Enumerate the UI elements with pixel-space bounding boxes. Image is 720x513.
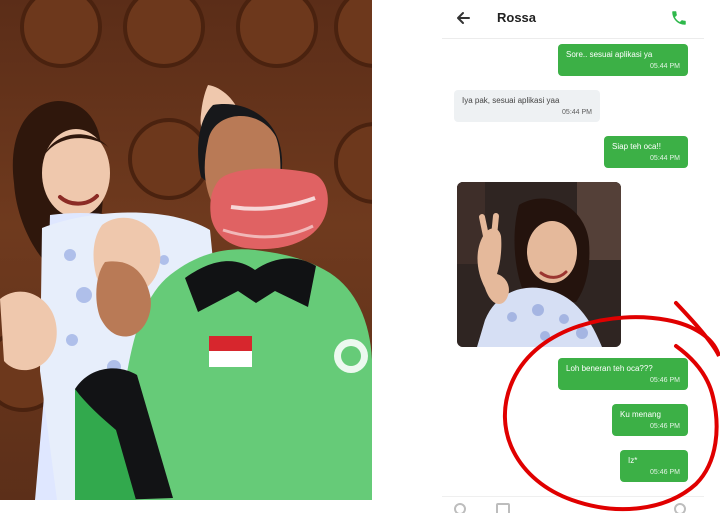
arrow-left-icon[interactable] <box>454 8 474 28</box>
message-time: 05:44 PM <box>562 109 592 116</box>
message-text: Iya pak, sesuai aplikasi yaa <box>462 96 560 105</box>
wall-panel-circle <box>123 0 205 68</box>
driver-figure <box>75 104 372 500</box>
message-bubble: Ku menang 05:46 PM <box>612 404 688 436</box>
message-bubble: Sore.. sesuai aplikasi ya 05.44 PM <box>558 44 688 76</box>
message-time: 05:46 PM <box>650 469 680 476</box>
message-text: Ku menang <box>620 410 661 419</box>
photo-message-image <box>457 182 621 347</box>
phone-icon[interactable] <box>670 9 688 27</box>
wall-panel-circle <box>334 0 372 68</box>
message-time: 05:46 PM <box>650 377 680 384</box>
message-text: Sore.. sesuai aplikasi ya <box>566 50 653 59</box>
screenshot-page: Rossa Sore.. sesuai aplikasi ya 05.44 PM… <box>0 0 720 513</box>
message-bubble: Siap teh oca!! 05:44 PM <box>604 136 688 168</box>
message-text: Iz* <box>628 456 638 465</box>
photo-woman-and-driver <box>0 0 372 500</box>
chat-screenshot: Rossa Sore.. sesuai aplikasi ya 05.44 PM… <box>442 0 704 513</box>
message-time: 05.44 PM <box>650 63 680 70</box>
wall-panel-circle <box>20 0 102 68</box>
chat-input-bar <box>442 496 704 513</box>
message-time: 05:44 PM <box>650 155 680 162</box>
message-bubble: Iya pak, sesuai aplikasi yaa 05:44 PM <box>454 90 600 122</box>
send-icon[interactable] <box>674 503 686 513</box>
contact-name: Rossa <box>497 10 537 25</box>
message-text: Siap teh oca!! <box>612 142 661 151</box>
chat-header: Rossa <box>442 0 704 39</box>
wall-panel-circle <box>236 0 318 68</box>
message-time: 05:46 PM <box>650 423 680 430</box>
emoji-icon[interactable] <box>454 503 466 513</box>
message-text: Loh beneran teh oca??? <box>566 364 653 373</box>
message-bubble: Iz* 05:46 PM <box>620 450 688 482</box>
message-bubble: Loh beneran teh oca??? 05:46 PM <box>558 358 688 390</box>
photo-message[interactable] <box>457 182 621 347</box>
attachment-icon[interactable] <box>496 503 510 513</box>
